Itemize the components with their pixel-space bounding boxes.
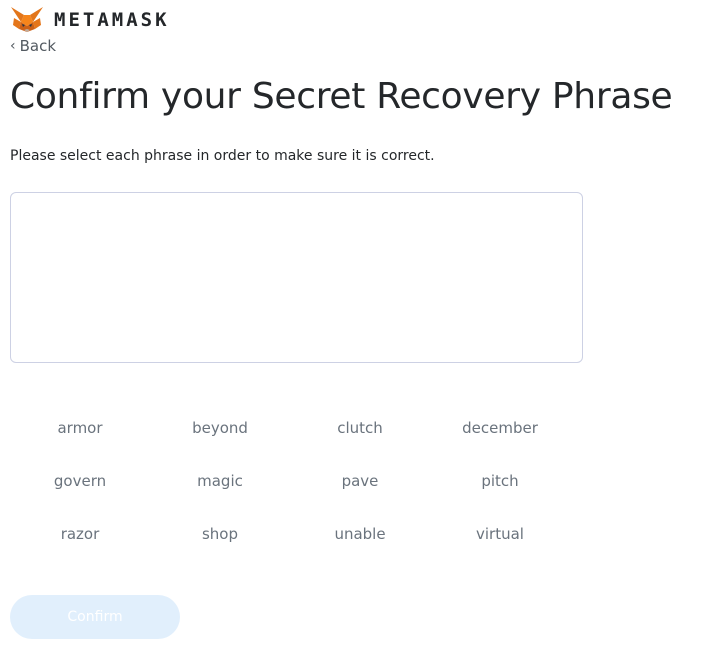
app-header: METAMASK [10,6,170,34]
word-chip[interactable]: govern [10,465,150,497]
word-chip[interactable]: december [430,412,570,444]
word-chip[interactable]: pave [290,465,430,497]
confirm-button[interactable]: Confirm [10,595,180,639]
word-chip[interactable]: armor [10,412,150,444]
metamask-fox-icon [11,7,43,32]
page-title: Confirm your Secret Recovery Phrase [10,76,673,117]
back-link[interactable]: ‹ Back [10,37,56,55]
chevron-left-icon: ‹ [10,38,16,54]
back-label: Back [19,37,57,55]
word-chip[interactable]: clutch [290,412,430,444]
brand-wordmark: METAMASK [54,9,170,31]
word-chip[interactable]: magic [150,465,290,497]
word-chip[interactable]: pitch [430,465,570,497]
word-chip[interactable]: unable [290,518,430,550]
word-chip[interactable]: virtual [430,518,570,550]
word-chip[interactable]: shop [150,518,290,550]
instruction-text: Please select each phrase in order to ma… [10,148,435,164]
word-bank: armor beyond clutch december govern magi… [10,412,570,571]
word-chip[interactable]: razor [10,518,150,550]
selected-phrase-area[interactable] [10,192,583,363]
word-chip[interactable]: beyond [150,412,290,444]
